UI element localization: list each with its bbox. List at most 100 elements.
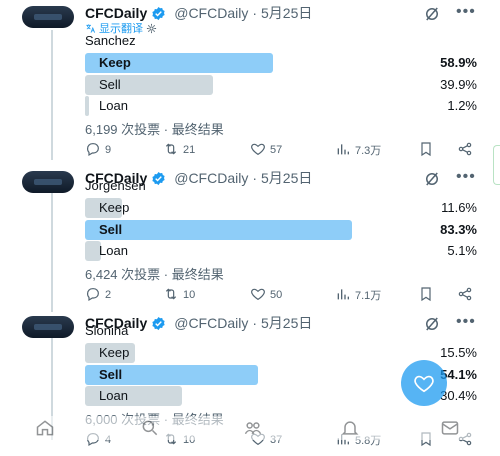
bottom-nav xyxy=(0,416,500,440)
tweet-date[interactable]: 5月25日 xyxy=(261,168,312,188)
poll-option-label: Keep xyxy=(99,200,130,215)
translate-icon xyxy=(86,23,96,33)
share-button[interactable] xyxy=(457,141,473,160)
like-button[interactable]: 50 xyxy=(250,286,282,305)
avatar[interactable] xyxy=(22,171,74,193)
retweet-icon xyxy=(163,141,179,160)
search-icon[interactable] xyxy=(140,418,160,438)
author-name[interactable]: CFCDaily xyxy=(85,5,147,21)
like-icon xyxy=(250,141,266,160)
communities-icon[interactable] xyxy=(243,418,263,438)
bookmark-icon xyxy=(418,141,434,160)
poll-option-label: Sell xyxy=(99,221,123,237)
view-count: 7.1万 xyxy=(355,290,382,302)
heart-icon xyxy=(414,375,434,393)
tweet-text: Slonina xyxy=(85,323,129,338)
poll-votes-summary: 6,199 次投票 · 最终结果 xyxy=(85,121,224,137)
reply-button[interactable]: 2 xyxy=(85,286,111,305)
poll-option: Loan 1.2% xyxy=(85,96,485,116)
tweet-date[interactable]: 5月25日 xyxy=(261,3,312,23)
poll-option: Keep 58.9% xyxy=(85,53,485,73)
view-count: 7.3万 xyxy=(355,145,382,157)
poll-bar xyxy=(85,96,89,116)
poll-option-label: Loan xyxy=(99,388,128,403)
poll-option-percent: 58.9% xyxy=(440,55,477,70)
poll-option: Sell 39.9% xyxy=(85,74,485,95)
tweet-text: Jorgensen xyxy=(85,178,146,193)
tweet-top-actions: ••• xyxy=(400,169,500,189)
bookmark-button[interactable] xyxy=(418,286,434,305)
reply-icon xyxy=(85,286,101,305)
poll-option-percent: 15.5% xyxy=(440,345,477,360)
verified-badge-icon xyxy=(152,171,165,185)
like-count: 57 xyxy=(270,144,283,156)
author-handle[interactable]: @CFCDaily xyxy=(174,315,248,331)
grok-icon[interactable] xyxy=(422,170,442,188)
share-button[interactable] xyxy=(457,286,473,305)
views-icon xyxy=(335,286,351,305)
notifications-icon[interactable] xyxy=(340,418,360,438)
grok-icon[interactable] xyxy=(422,5,442,23)
retweet-count: 10 xyxy=(183,289,196,301)
like-button[interactable]: 57 xyxy=(250,141,282,160)
poll-option-label: Sell xyxy=(99,76,121,92)
messages-icon[interactable] xyxy=(440,418,460,438)
author-handle[interactable]: @CFCDaily xyxy=(174,170,248,186)
avatar[interactable] xyxy=(22,316,74,338)
poll-option-percent: 39.9% xyxy=(440,76,477,92)
poll-option-percent: 5.1% xyxy=(447,243,477,258)
tweet-top-actions: ••• xyxy=(400,4,500,24)
poll-option-label: Loan xyxy=(99,243,128,258)
settings-icon[interactable] xyxy=(146,23,157,34)
tweet-actions: 9 21 57 7.3万 xyxy=(85,141,485,161)
poll-bar xyxy=(85,219,352,240)
verified-badge-icon xyxy=(152,6,165,20)
retweet-icon xyxy=(163,286,179,305)
separator-dot: · xyxy=(252,5,258,21)
reply-button[interactable]: 9 xyxy=(85,141,111,160)
avatar[interactable] xyxy=(22,6,74,28)
verified-badge-icon xyxy=(152,316,165,330)
compose-button[interactable] xyxy=(401,360,447,406)
retweet-button[interactable]: 10 xyxy=(163,286,195,305)
reply-count: 2 xyxy=(105,289,112,301)
share-icon xyxy=(457,286,473,305)
poll-option: Keep 11.6% xyxy=(85,198,485,218)
share-icon xyxy=(457,141,473,160)
like-count: 50 xyxy=(270,289,283,301)
bookmark-icon xyxy=(418,286,434,305)
poll-option: Loan 5.1% xyxy=(85,241,485,261)
home-icon[interactable] xyxy=(35,418,55,438)
poll-votes-summary: 6,424 次投票 · 最终结果 xyxy=(85,266,224,282)
retweet-button[interactable]: 21 xyxy=(163,141,195,160)
tweet-text: Sanchez xyxy=(85,33,136,48)
retweet-count: 21 xyxy=(183,144,196,156)
tweet[interactable]: CFCDaily @CFCDaily · 5月25日 ••• Jorgensen … xyxy=(0,165,500,311)
poll-option-label: Sell xyxy=(99,366,123,382)
views-icon xyxy=(335,141,351,160)
poll-option-percent: 83.3% xyxy=(440,221,477,237)
tweet-actions: 2 10 50 7.1万 xyxy=(85,286,485,306)
poll-option-label: Keep xyxy=(99,345,130,360)
poll-option-percent: 11.6% xyxy=(441,200,477,215)
author-handle[interactable]: @CFCDaily xyxy=(174,5,248,21)
reply-icon xyxy=(85,141,101,160)
bookmark-button[interactable] xyxy=(418,141,434,160)
poll-option-label: Keep xyxy=(99,55,131,70)
poll-option-label: Loan xyxy=(99,98,128,113)
tweet-date[interactable]: 5月25日 xyxy=(261,313,312,333)
tweet-top-actions: ••• xyxy=(400,314,500,334)
separator-dot: · xyxy=(252,315,258,331)
more-icon[interactable]: ••• xyxy=(456,314,478,333)
tweet[interactable]: CFCDaily @CFCDaily · 5月25日 ••• 显示翻译 Sanche… xyxy=(0,0,500,157)
more-icon[interactable]: ••• xyxy=(456,169,478,188)
more-icon[interactable]: ••• xyxy=(456,4,478,23)
like-icon xyxy=(250,286,266,305)
views-button[interactable]: 7.3万 xyxy=(335,141,381,160)
views-button[interactable]: 7.1万 xyxy=(335,286,381,305)
poll-option-percent: 1.2% xyxy=(447,98,477,113)
poll-option: Sell 83.3% xyxy=(85,219,485,240)
separator-dot: · xyxy=(252,170,258,186)
grok-icon[interactable] xyxy=(422,315,442,333)
reply-count: 9 xyxy=(105,144,112,156)
